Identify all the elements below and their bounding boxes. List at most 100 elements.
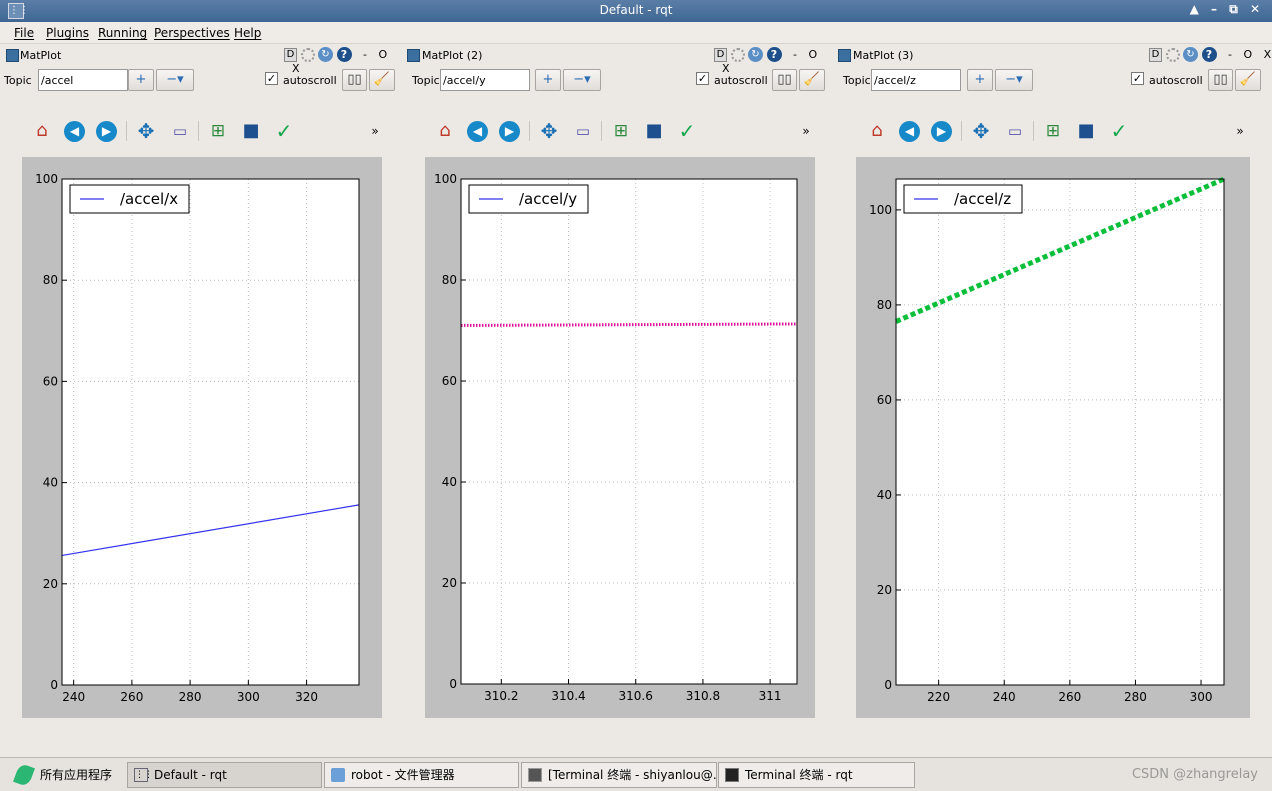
topic-input[interactable] [871, 69, 961, 91]
separator [126, 121, 127, 141]
plot-toolbar: ⌂ ◀ ▶ ✥ ▭ ⊞ ■ ✓ » [28, 119, 388, 145]
zoom-icon[interactable]: ▭ [168, 119, 192, 143]
autoscroll-checkbox[interactable]: ✓ [265, 72, 278, 85]
clear-button[interactable]: 🧹 [369, 69, 395, 91]
autoscroll-checkbox[interactable]: ✓ [1131, 72, 1144, 85]
remove-topic-button[interactable]: −▾ [563, 69, 601, 91]
task-label: robot - 文件管理器 [351, 768, 455, 782]
plot-canvas-2[interactable]: 310.2 310.4 310.6 310.8 311 0 20 40 60 80 100/acce… [425, 157, 815, 718]
dock-button[interactable]: D [1149, 47, 1162, 62]
menu-plugins[interactable]: Plugins [46, 26, 89, 40]
legend-label: /accel/y [519, 190, 577, 208]
panel-title: MatPlot [20, 49, 62, 62]
dock-button[interactable]: D [284, 47, 297, 62]
window-title: Default - rqt [599, 3, 673, 17]
gear-icon[interactable] [1165, 47, 1180, 62]
forward-icon[interactable]: ▶ [96, 121, 117, 142]
panel-title: MatPlot (3) [853, 49, 914, 62]
help-icon[interactable]: ? [336, 47, 352, 62]
save-icon[interactable]: ■ [642, 119, 666, 143]
pan-icon[interactable]: ✥ [969, 119, 993, 143]
pause-button[interactable]: ▯▯ [772, 69, 797, 91]
task-terminal-1[interactable]: [Terminal 终端 - shiyanlou@… [521, 762, 717, 788]
y-tick-label: 80 [442, 273, 457, 287]
separator [198, 121, 199, 141]
forward-icon[interactable]: ▶ [931, 121, 952, 142]
plot-area [896, 179, 1224, 685]
add-topic-button[interactable]: + [535, 69, 561, 91]
subplots-icon[interactable]: ⊞ [206, 119, 230, 143]
back-icon[interactable]: ◀ [899, 121, 920, 142]
y-tick-label: 20 [442, 576, 457, 590]
home-icon[interactable]: ⌂ [433, 119, 457, 143]
remove-topic-button[interactable]: −▾ [156, 69, 194, 91]
menu-help[interactable]: Help [234, 26, 261, 40]
float-button[interactable]: O [808, 48, 817, 61]
add-topic-button[interactable]: + [967, 69, 993, 91]
save-icon[interactable]: ■ [1074, 119, 1098, 143]
start-menu-button[interactable]: 所有应用程序 [6, 762, 122, 788]
reload-icon[interactable]: ↻ [318, 47, 333, 62]
autoscroll-label: autoscroll [1149, 74, 1203, 87]
float-button[interactable]: O [378, 48, 387, 61]
more-icon[interactable]: » [368, 119, 382, 143]
y-tick-label: 100 [434, 172, 457, 186]
panel-title: MatPlot (2) [422, 49, 483, 62]
edit-icon[interactable]: ✓ [1107, 119, 1131, 143]
forward-icon[interactable]: ▶ [499, 121, 520, 142]
clear-button[interactable]: 🧹 [799, 69, 825, 91]
x-tick-label: 300 [237, 690, 260, 704]
subplots-icon[interactable]: ⊞ [1041, 119, 1065, 143]
save-icon[interactable]: ■ [239, 119, 263, 143]
float-button[interactable]: O [1243, 48, 1252, 61]
pause-button[interactable]: ▯▯ [342, 69, 367, 91]
window-controls[interactable]: ▲ – ⧉ ✕ [1190, 2, 1264, 17]
pan-icon[interactable]: ✥ [537, 119, 561, 143]
minimize-button[interactable]: - [1228, 48, 1232, 61]
home-icon[interactable]: ⌂ [865, 119, 889, 143]
plugin-icon [407, 49, 420, 62]
topic-row: Topic + −▾ ✓ autoscroll ▯▯ 🧹 [405, 68, 835, 92]
menu-running[interactable]: Running [98, 26, 147, 40]
more-icon[interactable]: » [1233, 119, 1247, 143]
separator [1033, 121, 1034, 141]
remove-topic-button[interactable]: −▾ [995, 69, 1033, 91]
home-icon[interactable]: ⌂ [30, 119, 54, 143]
edit-icon[interactable]: ✓ [272, 119, 296, 143]
task-terminal-2[interactable]: Terminal 终端 - rqt [718, 762, 915, 788]
y-tick-label: 20 [877, 583, 892, 597]
zoom-icon[interactable]: ▭ [1003, 119, 1027, 143]
back-icon[interactable]: ◀ [64, 121, 85, 142]
menu-file[interactable]: File [14, 26, 34, 40]
pause-button[interactable]: ▯▯ [1208, 69, 1233, 91]
plot-canvas-3[interactable]: 220 240 260 280 300 0 20 40 60 80 100/accel/z [856, 157, 1250, 718]
menu-perspectives[interactable]: Perspectives [154, 26, 230, 40]
help-icon[interactable]: ? [766, 47, 782, 62]
gear-icon[interactable] [730, 47, 745, 62]
add-topic-button[interactable]: + [128, 69, 154, 91]
zoom-icon[interactable]: ▭ [571, 119, 595, 143]
help-icon[interactable]: ? [1201, 47, 1217, 62]
reload-icon[interactable]: ↻ [1183, 47, 1198, 62]
topic-input[interactable] [440, 69, 530, 91]
dock-button[interactable]: D [714, 47, 727, 62]
close-button[interactable]: X [1264, 48, 1272, 61]
minimize-button[interactable]: - [363, 48, 367, 61]
topic-input[interactable] [38, 69, 128, 91]
gear-icon[interactable] [300, 47, 315, 62]
plot-canvas-1[interactable]: 240 260 280 300 320 0 20 40 60 80 100/accel/x [22, 157, 382, 718]
pan-icon[interactable]: ✥ [134, 119, 158, 143]
task-file-manager[interactable]: robot - 文件管理器 [324, 762, 519, 788]
task-rqt[interactable]: ⋮⋮ Default - rqt [127, 762, 322, 788]
autoscroll-checkbox[interactable]: ✓ [696, 72, 709, 85]
clear-button[interactable]: 🧹 [1235, 69, 1261, 91]
more-icon[interactable]: » [799, 119, 813, 143]
subplots-icon[interactable]: ⊞ [609, 119, 633, 143]
reload-icon[interactable]: ↻ [748, 47, 763, 62]
x-tick-label: 310.2 [484, 689, 518, 703]
minimize-button[interactable]: - [793, 48, 797, 61]
panel-header: MatPlot D ↻ ? - O X [0, 46, 405, 75]
back-icon[interactable]: ◀ [467, 121, 488, 142]
edit-icon[interactable]: ✓ [675, 119, 699, 143]
plot-toolbar: ⌂ ◀ ▶ ✥ ▭ ⊞ ■ ✓ » [863, 119, 1253, 145]
